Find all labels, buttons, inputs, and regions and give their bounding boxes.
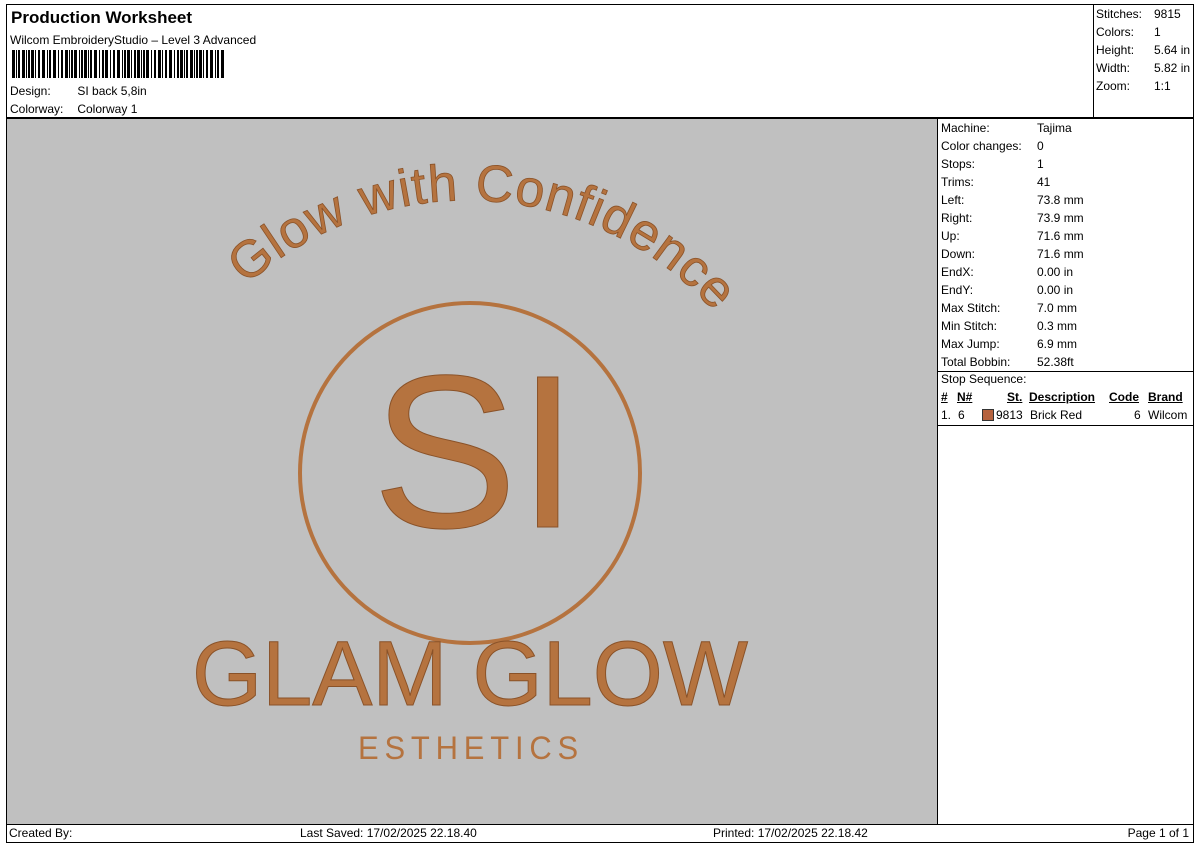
height-value: 5.64 in	[1154, 43, 1191, 57]
stitches-value: 9815	[1154, 7, 1181, 21]
software-name: Wilcom EmbroideryStudio – Level 3 Advanc…	[10, 33, 257, 47]
detail-row: Right: 73.9 mm	[941, 211, 1084, 225]
colors-row: Colors: 1	[1096, 25, 1161, 39]
detail-value: 71.6 mm	[1037, 247, 1084, 261]
detail-label: Max Jump:	[941, 337, 1000, 351]
column-n: N#	[957, 390, 973, 404]
height-row: Height: 5.64 in	[1096, 43, 1190, 57]
design-preview: Glow with Confidence SI GLAM GLOW ESTHET…	[6, 118, 938, 825]
last-saved: Last Saved: 17/02/2025 22.18.40	[300, 826, 477, 840]
stitches-row: Stitches: 9815	[1096, 7, 1181, 21]
detail-row: Min Stitch: 0.3 mm	[941, 319, 1077, 333]
width-value: 5.82 in	[1154, 61, 1191, 75]
detail-value: 7.0 mm	[1037, 301, 1078, 315]
detail-row: Machine: Tajima	[941, 121, 1072, 135]
zoom-label: Zoom:	[1096, 79, 1131, 93]
colorway-label: Colorway:	[10, 102, 64, 116]
detail-label: Trims:	[941, 175, 974, 189]
stop-n: 6	[958, 408, 965, 422]
colors-value: 1	[1154, 25, 1161, 39]
colorway-row: Colorway: Colorway 1	[10, 102, 137, 116]
detail-label: EndX:	[941, 265, 974, 279]
worksheet-header: Production Worksheet Wilcom EmbroiderySt…	[6, 4, 1094, 118]
brand-name: GLAM GLOW	[192, 623, 748, 725]
stop-brand: Wilcom	[1148, 408, 1188, 422]
stop-stitches: 9813	[996, 408, 1023, 422]
stop-sequence-label: Stop Sequence:	[941, 372, 1027, 386]
detail-value: 1	[1037, 157, 1044, 171]
detail-row: Max Jump: 6.9 mm	[941, 337, 1077, 351]
design-label: Design:	[10, 84, 51, 98]
detail-row: Up: 71.6 mm	[941, 229, 1084, 243]
detail-value: 71.6 mm	[1037, 229, 1084, 243]
arc-slogan: Glow with Confidence	[217, 154, 749, 321]
detail-value: 0	[1037, 139, 1044, 153]
detail-label: Machine:	[941, 121, 990, 135]
width-label: Width:	[1096, 61, 1131, 75]
detail-label: Min Stitch:	[941, 319, 998, 333]
height-label: Height:	[1096, 43, 1135, 57]
zoom-value: 1:1	[1154, 79, 1171, 93]
column-brand: Brand	[1148, 390, 1183, 404]
column-stitches: St.	[1007, 390, 1023, 404]
stop-index: 1.	[941, 408, 952, 422]
detail-label: Total Bobbin:	[941, 355, 1011, 369]
detail-value: 0.00 in	[1037, 283, 1074, 297]
stop-description: Brick Red	[1030, 408, 1083, 422]
detail-label: Up:	[941, 229, 960, 243]
detail-value: Tajima	[1037, 121, 1072, 135]
arc-slogan-text: Glow with Confidence	[216, 154, 748, 322]
barcode	[12, 50, 224, 78]
design-summary: Stitches: 9815 Colors: 1 Height: 5.64 in Wi…	[1093, 4, 1194, 118]
worksheet-footer: Created By: Last Saved: 17/02/2025 22.18…	[6, 824, 1194, 843]
detail-row: Trims: 41	[941, 175, 1050, 189]
column-description: Description	[1029, 390, 1096, 404]
detail-label: Color changes:	[941, 139, 1022, 153]
stop-code: 6	[1134, 408, 1141, 422]
tagline: ESTHETICS	[358, 730, 584, 766]
width-row: Width: 5.82 in	[1096, 61, 1190, 75]
design-row: Design: SI back 5,8in	[10, 84, 147, 98]
detail-value: 0.00 in	[1037, 265, 1074, 279]
thread-color-swatch	[982, 409, 994, 421]
detail-value: 52.38ft	[1037, 355, 1074, 369]
detail-row: Down: 71.6 mm	[941, 247, 1084, 261]
detail-row: Left: 73.8 mm	[941, 193, 1084, 207]
detail-row: Total Bobbin: 52.38ft	[941, 355, 1074, 369]
page-number: Page 1 of 1	[1127, 826, 1189, 840]
created-by: Created By:	[9, 826, 73, 840]
printed-date: Printed: 17/02/2025 22.18.42	[713, 826, 868, 840]
detail-value: 73.8 mm	[1037, 193, 1084, 207]
zoom-row: Zoom: 1:1	[1096, 79, 1171, 93]
stitches-label: Stitches:	[1096, 7, 1143, 21]
detail-value: 41	[1037, 175, 1051, 189]
detail-row: EndX: 0.00 in	[941, 265, 1073, 279]
colorway-value: Colorway 1	[77, 102, 138, 116]
colors-label: Colors:	[1096, 25, 1135, 39]
detail-row: Stops: 1	[941, 157, 1044, 171]
divider	[938, 425, 1193, 426]
detail-row: Max Stitch: 7.0 mm	[941, 301, 1077, 315]
detail-row: EndY: 0.00 in	[941, 283, 1073, 297]
design-value: SI back 5,8in	[77, 84, 147, 98]
column-code: Code	[1109, 390, 1139, 404]
detail-label: Down:	[941, 247, 976, 261]
detail-label: Max Stitch:	[941, 301, 1001, 315]
detail-value: 0.3 mm	[1037, 319, 1078, 333]
detail-row: Color changes: 0	[941, 139, 1044, 153]
detail-label: Stops:	[941, 157, 976, 171]
detail-value: 73.9 mm	[1037, 211, 1084, 225]
detail-label: EndY:	[941, 283, 974, 297]
detail-label: Left:	[941, 193, 965, 207]
detail-label: Right:	[941, 211, 973, 225]
embroidery-design: Glow with Confidence SI GLAM GLOW ESTHET…	[192, 154, 749, 766]
machine-details: Machine: Tajima Color changes: 0 Stops: 1 T…	[937, 118, 1194, 825]
monogram: SI	[372, 331, 578, 574]
worksheet-title: Production Worksheet	[11, 8, 193, 27]
detail-value: 6.9 mm	[1037, 337, 1078, 351]
column-hash: #	[941, 390, 948, 404]
